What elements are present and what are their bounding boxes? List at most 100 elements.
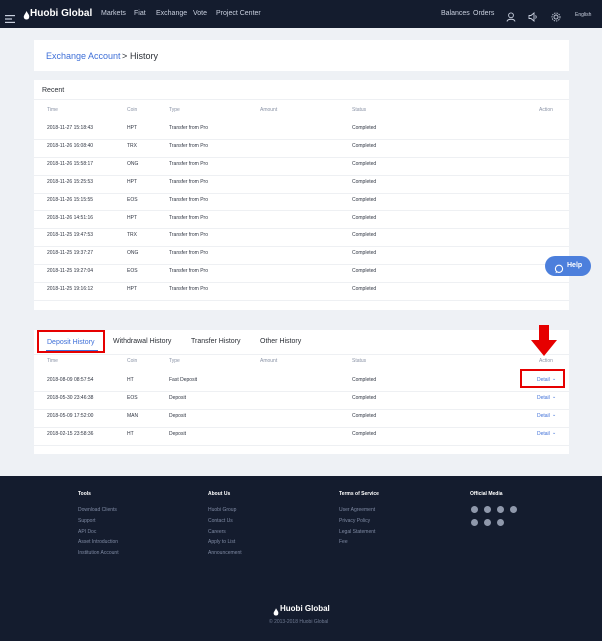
menu-icon[interactable] xyxy=(5,10,15,23)
table-row: 2018-05-09 17:52:00 MAN Deposit Completed De… xyxy=(34,410,569,428)
facebook-icon[interactable] xyxy=(471,506,478,513)
chevron-down-icon: ⌄ xyxy=(552,393,557,400)
breadcrumb-parent[interactable]: Exchange Account xyxy=(46,51,121,61)
column-header-coin: Coin xyxy=(127,358,138,364)
row-type: Transfer from Pro xyxy=(169,268,208,275)
footer-link-user-agreement[interactable]: User Agreement xyxy=(339,507,375,513)
logo[interactable]: Huobi Global xyxy=(30,8,92,19)
footer-media-title: Official Media xyxy=(470,491,503,497)
table-row: 2018-11-26 15:25:53 HPT Transfer from Pro C… xyxy=(34,176,569,194)
breadcrumb-card: Exchange Account > History xyxy=(34,40,569,71)
detail-link[interactable]: Detail xyxy=(537,413,550,419)
row-type: Deposit xyxy=(169,394,186,401)
column-header-time: Time xyxy=(47,358,58,364)
tab-withdrawal-history[interactable]: Withdrawal History xyxy=(113,338,171,345)
gear-icon[interactable] xyxy=(551,9,561,27)
table-row: 2018-11-25 19:16:12 HPT Transfer from Pro C… xyxy=(34,283,569,301)
row-time: 2018-08-09 08:57:54 xyxy=(47,377,94,383)
table-row: 2018-11-26 14:51:16 HPT Transfer from Pro C… xyxy=(34,212,569,230)
down-arrow-icon xyxy=(530,322,558,363)
row-time: 2018-11-26 14:51:16 xyxy=(47,214,94,221)
recent-card: Recent Time Coin Type Amount Status Acti… xyxy=(34,80,569,310)
row-status: Completed xyxy=(352,430,377,437)
highlight-box-detail xyxy=(520,369,565,388)
footer-link-announcement[interactable]: Announcement xyxy=(208,550,242,556)
row-type: Deposit xyxy=(169,430,186,437)
telegram-icon[interactable] xyxy=(510,506,517,513)
row-coin: EOS xyxy=(127,268,138,275)
row-time: 2018-11-26 16:08:40 xyxy=(47,142,94,149)
row-type: Transfer from Pro xyxy=(169,160,208,167)
row-status: Completed xyxy=(352,412,377,419)
row-type: Transfer from Pro xyxy=(169,214,208,221)
row-type: Transfer from Pro xyxy=(169,286,208,293)
row-type: Transfer from Pro xyxy=(169,178,208,185)
footer-tools-title: Tools xyxy=(78,491,91,497)
row-coin: HT xyxy=(127,430,134,437)
column-header-action: Action xyxy=(539,107,553,113)
top-nav: Huobi Global Markets Fiat Exchange Vote … xyxy=(0,0,602,28)
tab-transfer-history[interactable]: Transfer History xyxy=(191,338,241,345)
logo-flame-icon xyxy=(23,8,30,26)
row-time: 2018-02-15 23:58:36 xyxy=(47,430,94,437)
user-icon[interactable] xyxy=(506,9,516,27)
row-status: Completed xyxy=(352,142,377,149)
detail-link[interactable]: Detail xyxy=(537,395,550,401)
table-row: 2018-11-25 19:47:53 TRX Transfer from Pro C… xyxy=(34,229,569,248)
medium-icon[interactable] xyxy=(497,519,504,526)
row-divider xyxy=(34,444,569,446)
footer-about-title: About Us xyxy=(208,491,231,497)
row-status: Completed xyxy=(352,178,377,185)
footer-link-contact-us[interactable]: Contact Us xyxy=(208,518,233,524)
footer-link-huobi-group[interactable]: Huobi Group xyxy=(208,507,236,513)
nav-vote[interactable]: Vote xyxy=(193,10,207,17)
footer-link-legal-statement[interactable]: Legal Statement xyxy=(339,529,375,535)
language-select[interactable]: English xyxy=(575,12,591,18)
footer-link-apply-to-list[interactable]: Apply to List xyxy=(208,539,235,545)
column-header-status: Status xyxy=(352,358,367,364)
table-row: 2018-11-25 19:27:04 EOS Transfer from Pro C… xyxy=(34,265,569,284)
row-coin: ONG xyxy=(127,250,139,257)
twitter-icon[interactable] xyxy=(484,506,491,513)
footer-link-careers[interactable]: Careers xyxy=(208,529,226,535)
footer-link-asset-introduction[interactable]: Asset Introduction xyxy=(78,539,118,545)
row-divider xyxy=(34,299,569,301)
instagram-icon[interactable] xyxy=(484,519,491,526)
history-card: Deposit History Withdrawal History Trans… xyxy=(34,330,569,454)
weibo-icon[interactable] xyxy=(471,519,478,526)
footer-link-support[interactable]: Support xyxy=(78,518,96,524)
tab-other-history[interactable]: Other History xyxy=(260,338,301,345)
table-row: 2018-11-26 15:15:55 EOS Transfer from Pro C… xyxy=(34,194,569,212)
footer-link-api-doc[interactable]: API Doc xyxy=(78,529,96,535)
table-row: 2018-11-26 16:08:40 TRX Transfer from Pro C… xyxy=(34,140,569,158)
row-time: 2018-05-09 17:52:00 xyxy=(47,412,94,419)
help-button[interactable]: Help xyxy=(545,256,591,276)
footer-link-privacy-policy[interactable]: Privacy Policy xyxy=(339,518,370,524)
youtube-icon[interactable] xyxy=(497,506,504,513)
row-type: Fast Deposit xyxy=(169,377,198,383)
footer-link-download-clients[interactable]: Download Clients xyxy=(78,507,117,513)
row-status: Completed xyxy=(352,377,377,383)
footer: Tools Download Clients Support API Doc A… xyxy=(0,476,602,641)
row-coin: ONG xyxy=(127,160,139,167)
row-coin: TRX xyxy=(127,232,137,239)
speaker-icon[interactable] xyxy=(528,9,538,27)
nav-orders[interactable]: Orders xyxy=(473,10,494,17)
nav-fiat[interactable]: Fiat xyxy=(134,10,146,17)
table-row: 2018-02-15 23:58:36 HT Deposit Completed Det… xyxy=(34,428,569,446)
nav-exchange[interactable]: Exchange xyxy=(156,10,187,17)
nav-balances[interactable]: Balances xyxy=(441,10,470,17)
chevron-down-icon: ⌄ xyxy=(552,429,557,436)
footer-link-institution-account[interactable]: Institution Account xyxy=(78,550,119,556)
detail-link[interactable]: Detail xyxy=(537,431,550,437)
row-coin: HPT xyxy=(127,125,137,131)
footer-link-fee[interactable]: Fee xyxy=(339,539,348,545)
nav-project-center[interactable]: Project Center xyxy=(216,10,261,17)
row-time: 2018-11-26 15:25:53 xyxy=(47,178,94,185)
row-type: Transfer from Pro xyxy=(169,142,208,149)
nav-markets[interactable]: Markets xyxy=(101,10,126,17)
column-header-time: Time xyxy=(47,107,58,113)
row-status: Completed xyxy=(352,394,377,401)
column-header-status: Status xyxy=(352,107,367,113)
row-status: Completed xyxy=(352,232,377,239)
